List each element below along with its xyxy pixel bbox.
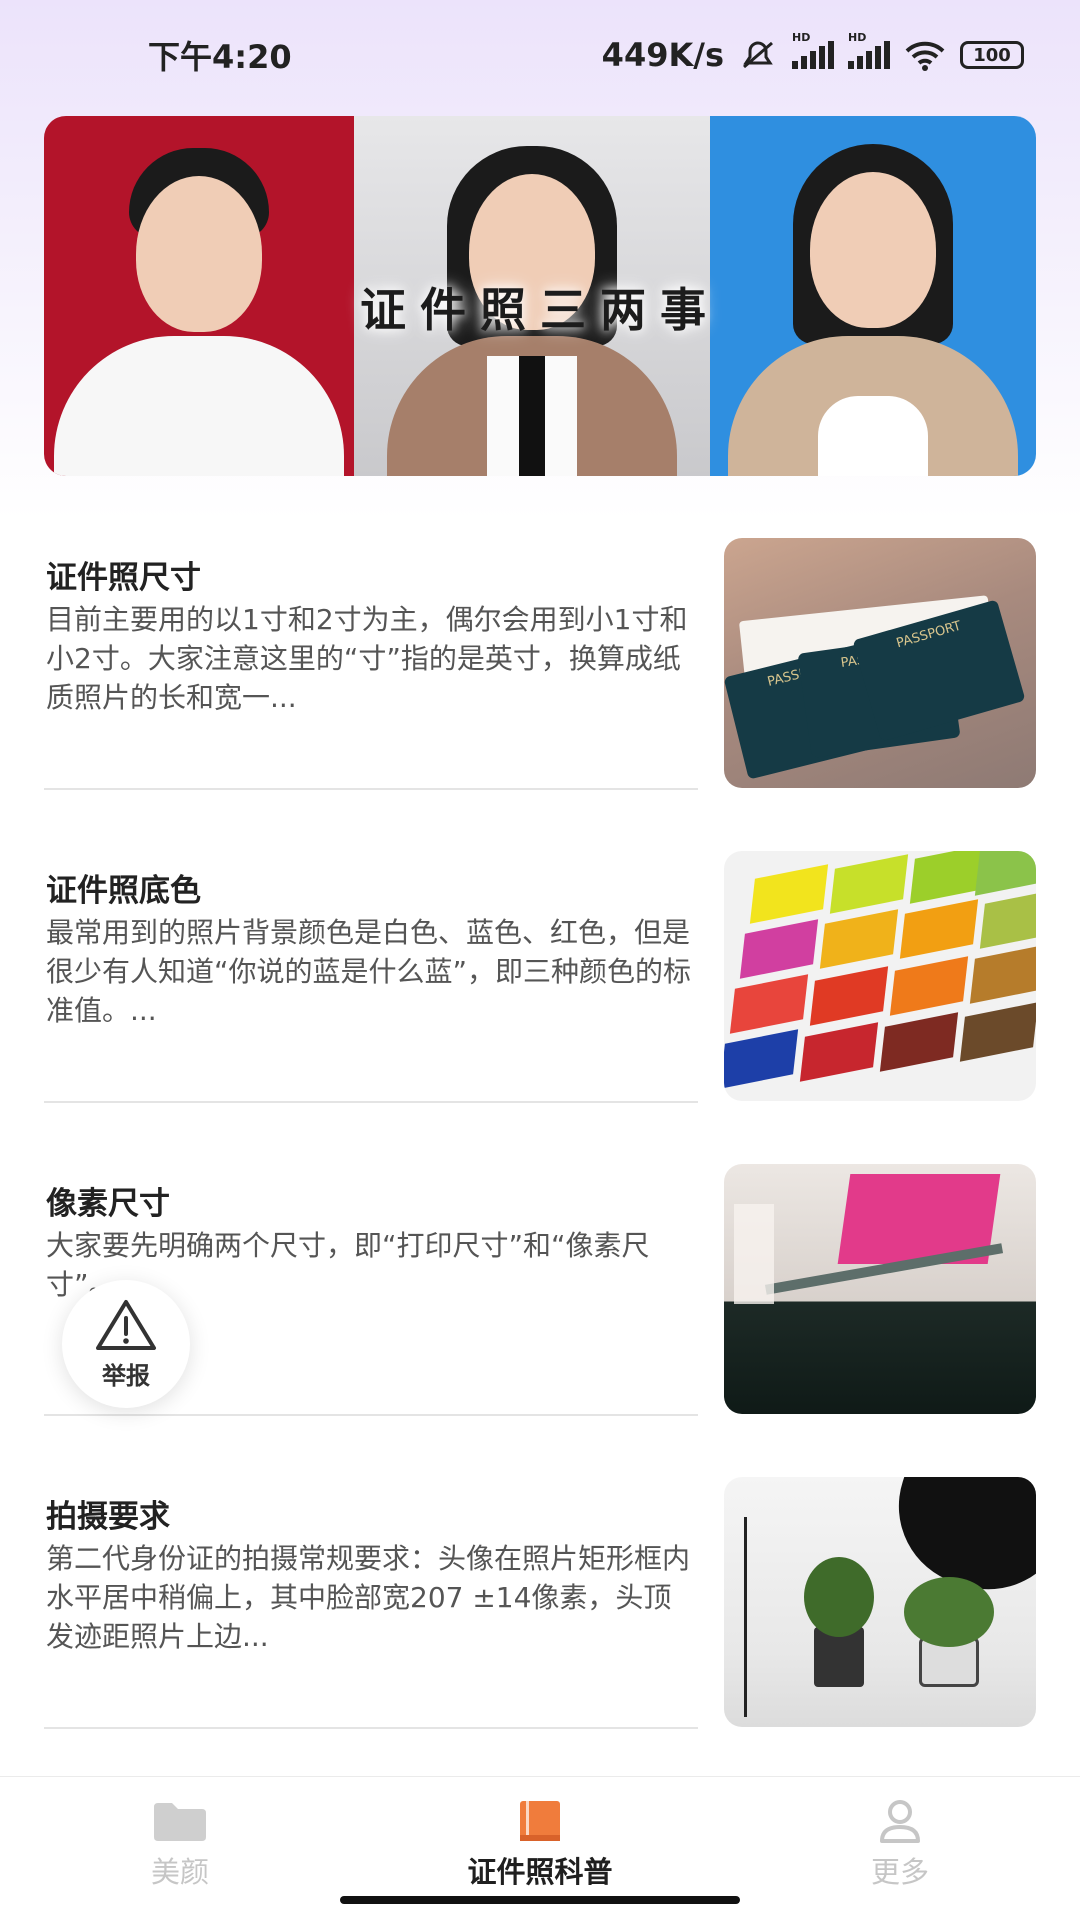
- article-title: 证件照底色: [46, 873, 201, 909]
- divider: [44, 1101, 698, 1103]
- status-time: 下午4:20: [148, 38, 292, 76]
- promo-banner[interactable]: 证件照三两事: [44, 116, 1036, 476]
- passport-thumbnail: PASSPORT PASSPORT PASSPORT: [724, 538, 1036, 788]
- article-title: 证件照尺寸: [46, 560, 201, 596]
- article-item[interactable]: 证件照尺寸 目前主要用的以1寸和2寸为主，偶尔会用到小1寸和小2寸。大家注意这里…: [44, 538, 1036, 851]
- article-summary: 最常用到的照片背景颜色是白色、蓝色、红色，但是很少有人知道“你说的蓝是什么蓝”，…: [46, 916, 692, 1027]
- signal-icon-1: HD: [792, 31, 834, 69]
- home-indicator[interactable]: [340, 1896, 740, 1904]
- photo-studio-thumbnail: [724, 1477, 1036, 1727]
- wifi-icon: [904, 39, 946, 71]
- banner-title: 证件照三两事: [360, 283, 720, 337]
- network-speed: 449K/s: [601, 36, 724, 74]
- article-summary: 目前主要用的以1寸和2寸为主，偶尔会用到小1寸和小2寸。大家注意这里的“寸”指的…: [46, 603, 688, 714]
- book-icon: [520, 1801, 560, 1841]
- battery-icon: 100: [960, 41, 1024, 69]
- article-title: 拍摄要求: [46, 1499, 170, 1535]
- nav-label: 美颜: [150, 1855, 209, 1889]
- report-button[interactable]: 举报: [62, 1280, 190, 1408]
- hd-tag-1: HD: [792, 31, 811, 44]
- article-summary: 第二代身份证的拍摄常规要求：头像在照片矩形框内水平居中稍偏上，其中脸部宽207 …: [46, 1542, 691, 1653]
- person-icon: [880, 1800, 920, 1843]
- article-title: 像素尺寸: [46, 1186, 170, 1222]
- color-swatches-thumbnail: [724, 851, 1036, 1101]
- article-list: 证件照尺寸 目前主要用的以1寸和2寸为主，偶尔会用到小1寸和小2寸。大家注意这里…: [44, 538, 1036, 1790]
- signal-icon-2: HD: [848, 31, 890, 69]
- divider: [44, 1414, 698, 1416]
- hd-tag-2: HD: [848, 31, 867, 44]
- folder-icon: [154, 1803, 206, 1841]
- nav-label: 更多: [870, 1855, 929, 1889]
- mute-icon: [738, 39, 778, 71]
- nav-item-more[interactable]: 更多: [720, 1777, 1080, 1920]
- status-icons: 449K/s HD HD 100: [601, 31, 1024, 74]
- divider: [44, 788, 698, 790]
- warning-icon: [96, 1299, 156, 1350]
- nav-item-beauty[interactable]: 美颜: [0, 1777, 360, 1920]
- article-item[interactable]: 拍摄要求 第二代身份证的拍摄常规要求：头像在照片矩形框内水平居中稍偏上，其中脸部…: [44, 1477, 1036, 1790]
- report-label: 举报: [102, 1361, 150, 1390]
- nav-label: 证件照科普: [467, 1855, 613, 1889]
- article-item[interactable]: 像素尺寸 大家要先明确两个尺寸，即“打印尺寸”和“像素尺寸”。: [44, 1164, 1036, 1477]
- status-bar: 下午4:20 449K/s HD HD 100: [0, 0, 1080, 110]
- divider: [44, 1727, 698, 1729]
- printing-press-thumbnail: [724, 1164, 1036, 1414]
- article-item[interactable]: 证件照底色 最常用到的照片背景颜色是白色、蓝色、红色，但是很少有人知道“你说的蓝…: [44, 851, 1036, 1164]
